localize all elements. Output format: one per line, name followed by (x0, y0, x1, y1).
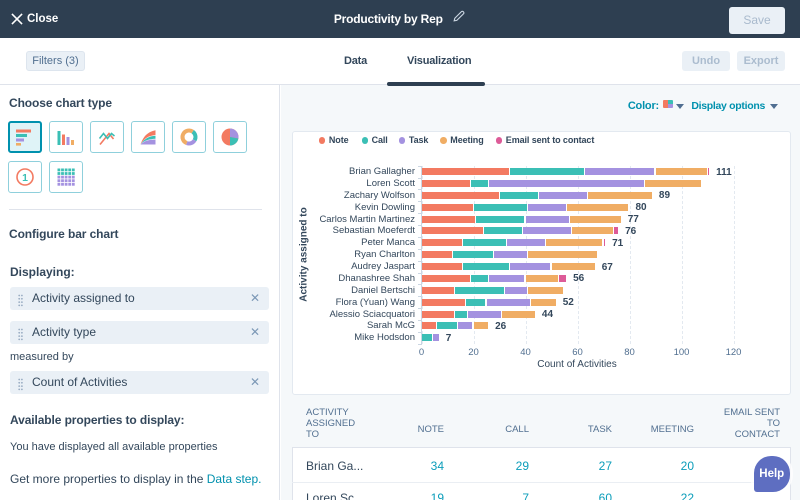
svg-text:1: 1 (22, 172, 28, 184)
